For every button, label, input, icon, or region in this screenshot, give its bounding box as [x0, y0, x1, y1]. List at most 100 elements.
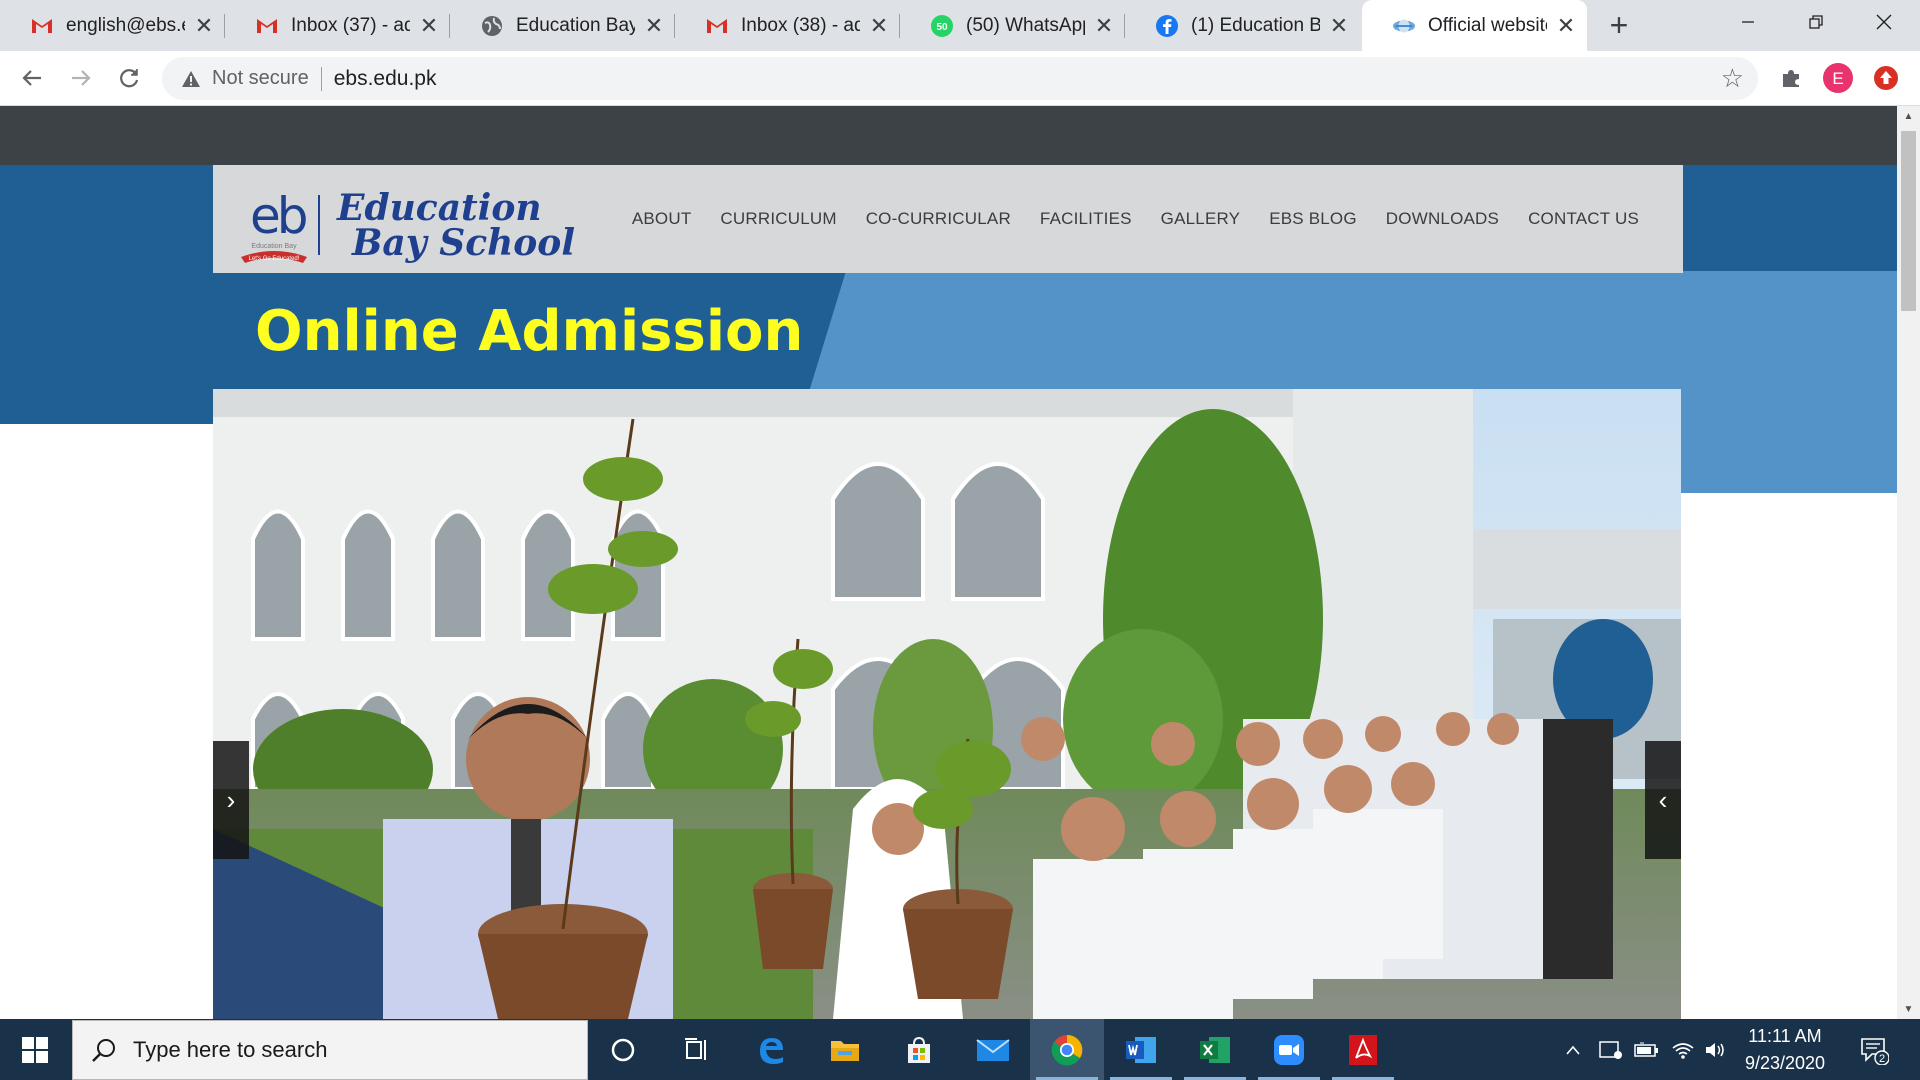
close-tab-icon[interactable]: ✕ [418, 13, 440, 38]
security-label[interactable]: Not secure [212, 67, 309, 90]
tab-title: Education Bay [516, 14, 635, 36]
acrobat-icon[interactable] [1326, 1019, 1400, 1080]
browser-tab[interactable]: Inbox (37) - adm ✕ [225, 0, 450, 51]
scrollbar-thumb[interactable] [1901, 131, 1916, 311]
forward-button[interactable] [62, 59, 100, 97]
new-tab-button[interactable]: + [1602, 7, 1636, 43]
url-text[interactable]: ebs.edu.pk [334, 67, 437, 91]
meet-now-icon[interactable] [1594, 1019, 1628, 1080]
svg-text:Let's Go Educated!: Let's Go Educated! [249, 256, 300, 262]
extensions-button[interactable] [1774, 61, 1808, 95]
mail-icon[interactable] [956, 1019, 1030, 1080]
tab-title: english@ebs.ed [66, 14, 185, 36]
page-scrollbar[interactable]: ▲ ▼ [1897, 106, 1920, 1019]
scroll-up-arrow-icon[interactable]: ▲ [1897, 106, 1920, 126]
svg-text:50: 50 [936, 22, 948, 33]
nav-ebs-blog[interactable]: EBS BLOG [1269, 209, 1357, 229]
tab-strip: english@ebs.ed ✕ Inbox (37) - adm ✕ Educ… [0, 0, 1920, 51]
slider-next-button[interactable]: ‹ [1645, 741, 1681, 859]
close-tab-icon[interactable]: ✕ [193, 13, 215, 38]
search-icon [92, 1039, 115, 1062]
chrome-icon[interactable] [1030, 1019, 1104, 1080]
edge-icon[interactable] [734, 1019, 808, 1080]
update-arrow-icon [1874, 66, 1898, 90]
start-button[interactable] [0, 1019, 70, 1080]
browser-tab[interactable]: Education Bay ✕ [450, 0, 675, 51]
gmail-icon [30, 14, 54, 38]
back-button[interactable] [13, 59, 51, 97]
restore-button[interactable] [1782, 0, 1850, 44]
clock-time: 11:11 AM [1748, 1026, 1822, 1046]
nav-facilities[interactable]: FACILITIES [1040, 209, 1132, 229]
nav-downloads[interactable]: DOWNLOADS [1386, 209, 1499, 229]
task-view-icon[interactable] [660, 1019, 734, 1080]
whatsapp-icon: 50 [930, 14, 954, 38]
browser-tab[interactable]: english@ebs.ed ✕ [0, 0, 225, 51]
image-slider[interactable]: › ‹ [213, 389, 1681, 1019]
show-hidden-icons-chevron-up-icon[interactable] [1558, 1019, 1588, 1080]
main-navigation: ABOUT CURRICULUM CO-CURRICULAR FACILITIE… [603, 165, 1639, 273]
gmail-icon [255, 14, 279, 38]
svg-text:eb: eb [250, 187, 306, 245]
nav-contact-us[interactable]: CONTACT US [1528, 209, 1639, 229]
system-clock[interactable]: 11:11 AM 9/23/2020 [1730, 1023, 1840, 1077]
browser-tab[interactable]: Inbox (38) - adm ✕ [675, 0, 900, 51]
clock-date: 9/23/2020 [1744, 1053, 1826, 1073]
restore-icon [1809, 15, 1823, 29]
chevron-left-icon: ‹ [1658, 784, 1668, 815]
taskbar-search[interactable]: Type here to search [72, 1020, 588, 1080]
file-explorer-icon[interactable] [808, 1019, 882, 1080]
windows-logo-icon [22, 1036, 48, 1063]
svg-text:Education Bay: Education Bay [251, 243, 297, 250]
nav-co-curricular[interactable]: CO-CURRICULAR [866, 209, 1011, 229]
address-bar[interactable]: Not secure ebs.edu.pk ☆ [162, 57, 1758, 100]
globe-icon [480, 14, 504, 38]
update-button[interactable] [1869, 61, 1903, 95]
browser-tab[interactable]: 50 (50) WhatsApp ✕ [900, 0, 1125, 51]
close-tab-icon[interactable]: ✕ [868, 13, 890, 38]
excel-icon[interactable] [1178, 1019, 1252, 1080]
slide-photo [213, 389, 1681, 1019]
close-tab-icon[interactable]: ✕ [1555, 13, 1577, 38]
nav-about[interactable]: ABOUT [632, 209, 692, 229]
tab-title: Inbox (37) - adm [291, 14, 410, 36]
close-tab-icon[interactable]: ✕ [643, 13, 665, 38]
wifi-icon[interactable] [1666, 1019, 1700, 1080]
search-placeholder: Type here to search [133, 1037, 328, 1062]
close-icon [1876, 14, 1892, 30]
tab-title: Inbox (38) - adm [741, 14, 860, 36]
tab-title: (1) Education Ba [1191, 14, 1320, 36]
school-logo[interactable]: eb Education Bay Let's Go Educated! Educ… [237, 175, 607, 267]
close-window-button[interactable] [1850, 0, 1918, 44]
store-icon[interactable] [882, 1019, 956, 1080]
slider-prev-button[interactable]: › [213, 741, 249, 859]
scroll-down-arrow-icon[interactable]: ▼ [1897, 999, 1920, 1019]
puzzle-icon [1783, 70, 1799, 87]
notifications-button[interactable]: 2 [1852, 1019, 1896, 1080]
word-icon[interactable] [1104, 1019, 1178, 1080]
nav-gallery[interactable]: GALLERY [1161, 209, 1241, 229]
top-bar [0, 106, 1897, 165]
page-title: Online Admission [255, 299, 804, 364]
svg-text:Bay School: Bay School [351, 222, 575, 264]
windows-taskbar: Type here to search 11:11 AM 9/23/2020 2 [0, 1019, 1920, 1080]
browser-toolbar: Not secure ebs.edu.pk ☆ E [0, 51, 1920, 106]
volume-icon[interactable] [1700, 1019, 1732, 1080]
close-tab-icon[interactable]: ✕ [1328, 13, 1350, 38]
nav-curriculum[interactable]: CURRICULUM [720, 209, 836, 229]
cortana-icon[interactable] [586, 1019, 660, 1080]
chevron-right-icon: › [226, 784, 236, 815]
forward-arrow-icon [72, 70, 91, 86]
reload-button[interactable] [110, 59, 148, 97]
warning-icon[interactable] [180, 68, 202, 90]
web-page: eb Education Bay Let's Go Educated! Educ… [0, 106, 1897, 1019]
browser-tab-active[interactable]: Official website ✕ [1362, 0, 1587, 51]
profile-avatar[interactable]: E [1821, 61, 1855, 95]
minimize-button[interactable] [1714, 0, 1782, 44]
close-tab-icon[interactable]: ✕ [1093, 13, 1115, 38]
zoom-icon[interactable] [1252, 1019, 1326, 1080]
browser-tab[interactable]: (1) Education Ba ✕ [1125, 0, 1360, 51]
battery-icon[interactable] [1630, 1019, 1664, 1080]
bookmark-star-icon[interactable]: ☆ [1721, 63, 1744, 94]
tab-title: Official website [1428, 14, 1547, 36]
